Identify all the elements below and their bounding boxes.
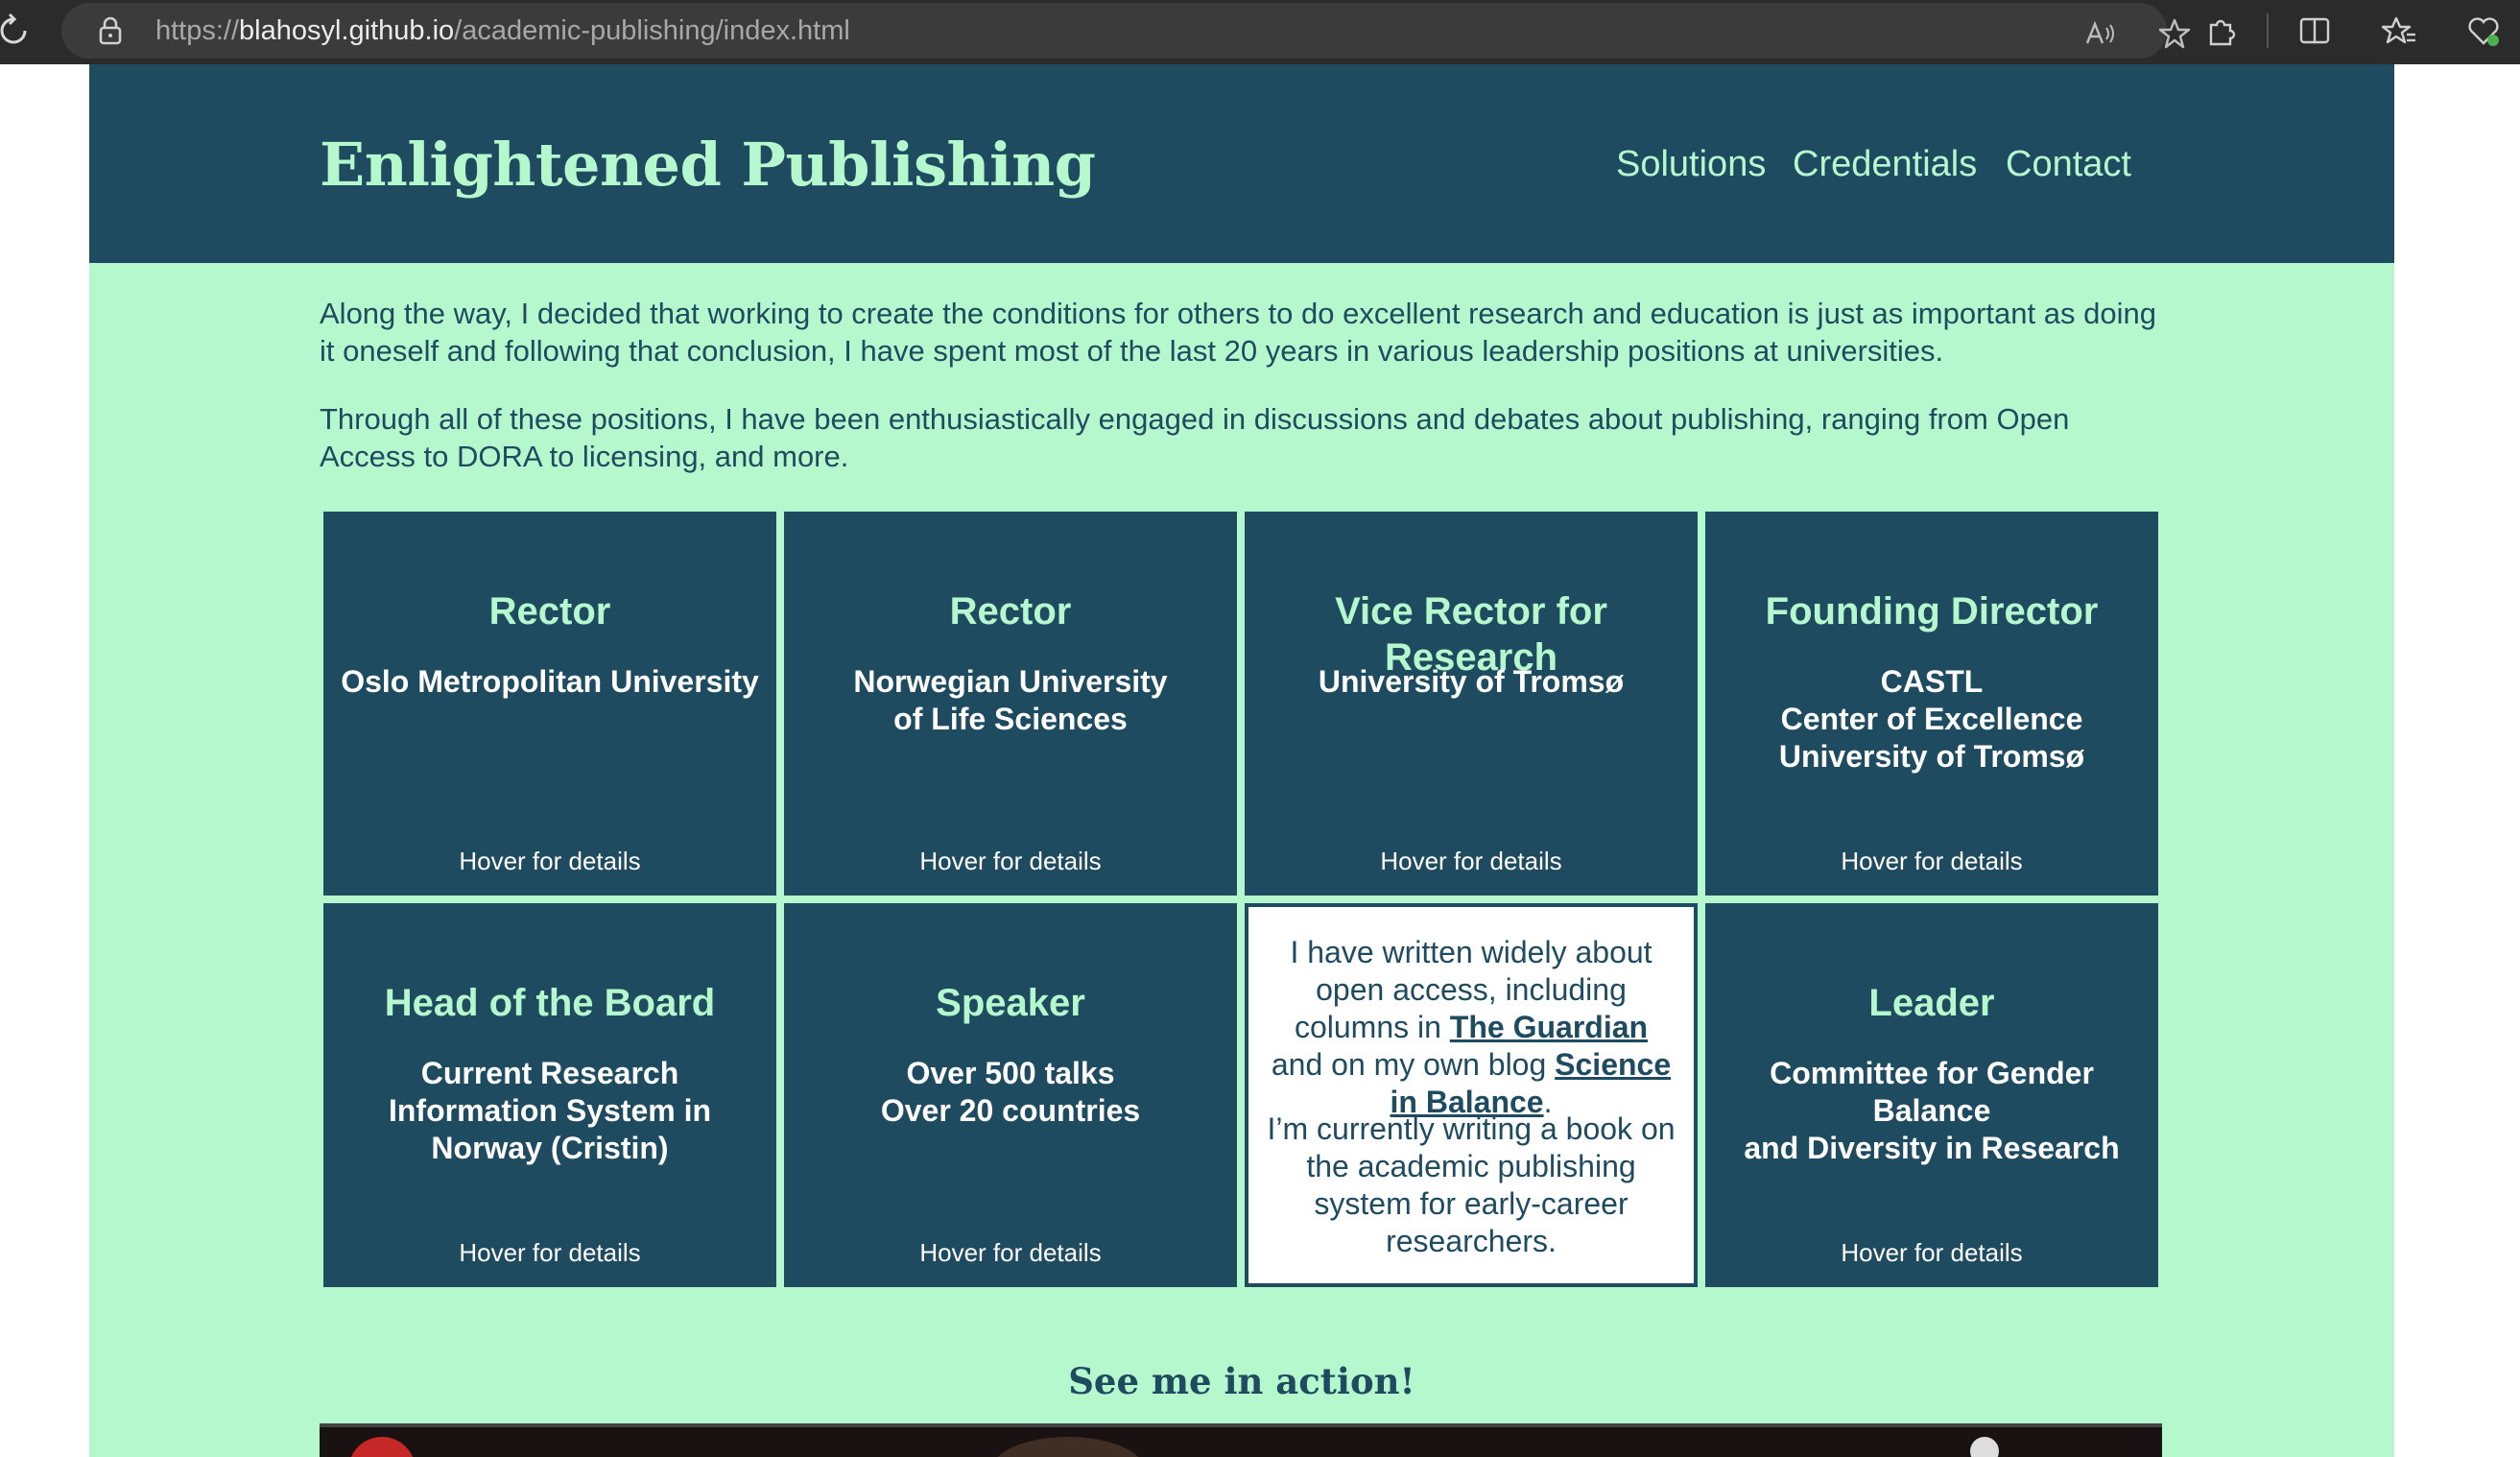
card-title: Founding Director	[1765, 590, 2099, 633]
nav-contact[interactable]: Contact	[2006, 139, 2131, 189]
site-header: Enlightened Publishing Solutions Credent…	[89, 64, 2394, 263]
book-text: I’m currently writing a book on the acad…	[1267, 1111, 1676, 1258]
card-subtitle: Current Research Information System in N…	[388, 1056, 712, 1165]
credential-card[interactable]: Leader Committee for Gender Balance and …	[1705, 903, 2158, 1287]
intro-paragraph: Along the way, I decided that working to…	[320, 297, 2156, 368]
page-content: Enlightened Publishing Solutions Credent…	[89, 64, 2394, 1457]
video-play-button[interactable]	[348, 1437, 416, 1457]
card-subtitle: Over 500 talks Over 20 countries	[880, 1056, 1141, 1128]
hover-hint: Hover for details	[1841, 1238, 2023, 1267]
writing-text-part: and on my own blog	[1271, 1047, 1556, 1082]
credential-card[interactable]: Vice Rector for Research University of T…	[1245, 512, 1698, 896]
credential-card[interactable]: Speaker Over 500 talks Over 20 countries…	[784, 903, 1237, 1287]
address-bar[interactable]: https://blahosyl.github.io/academic-publ…	[61, 3, 2191, 59]
credential-card[interactable]: Rector Oslo Metropolitan University Hove…	[323, 512, 776, 896]
browser-toolbar: https://blahosyl.github.io/academic-publ…	[0, 0, 2520, 64]
card-subtitle: Norwegian University of Life Sciences	[853, 664, 1168, 736]
hover-hint: Hover for details	[919, 1238, 1102, 1267]
see-me-in-action-heading: See me in action!	[1068, 1360, 1415, 1402]
guardian-link[interactable]: The Guardian	[1450, 1010, 1648, 1044]
video-player[interactable]	[320, 1423, 2162, 1457]
toolbar-divider	[2267, 13, 2269, 48]
writing-card: I have written widely about open access,…	[1245, 903, 1698, 1287]
card-subtitle: CASTL Center of Excellence University of…	[1778, 664, 2085, 774]
hover-hint: Hover for details	[1380, 847, 1562, 875]
favorites-icon[interactable]	[2380, 12, 2418, 50]
card-title: Rector	[949, 590, 1072, 633]
writing-text: I have written widely about open access,…	[1266, 934, 1676, 1121]
credential-card[interactable]: Head of the Board Current Research Infor…	[323, 903, 776, 1287]
card-subtitle: Committee for Gender Balance and Diversi…	[1744, 1056, 2120, 1165]
card-subtitle: Oslo Metropolitan University	[341, 664, 759, 699]
hover-hint: Hover for details	[1841, 847, 2023, 875]
nav-credentials[interactable]: Credentials	[1793, 139, 1977, 189]
nav-solutions[interactable]: Solutions	[1616, 139, 1766, 189]
main-nav: Solutions Credentials Contact	[89, 139, 2394, 189]
hover-hint: Hover for details	[459, 847, 641, 875]
credential-card[interactable]: Rector Norwegian University of Life Scie…	[784, 512, 1237, 896]
card-title: Speaker	[936, 982, 1085, 1024]
intro-paragraph: Through all of these positions, I have b…	[320, 402, 2070, 473]
browser-essentials-icon[interactable]	[2464, 12, 2503, 50]
url-path: /academic-publishing/index.html	[454, 15, 850, 46]
video-thumbnail-figure	[991, 1437, 1145, 1457]
hover-hint: Hover for details	[919, 847, 1102, 875]
lock-icon	[98, 16, 123, 45]
card-title: Leader	[1868, 982, 1995, 1024]
reload-icon[interactable]	[0, 12, 29, 50]
card-title: Head of the Board	[384, 982, 716, 1024]
favorite-star-icon[interactable]	[2155, 14, 2194, 53]
video-control-icon[interactable]	[1970, 1437, 1999, 1457]
card-subtitle: University of Tromsø	[1318, 664, 1625, 699]
url-host: blahosyl.github.io	[239, 15, 455, 46]
url-text: https://blahosyl.github.io/academic-publ…	[155, 14, 850, 47]
card-title: Rector	[488, 590, 611, 633]
read-aloud-icon[interactable]	[2080, 14, 2119, 53]
hover-hint: Hover for details	[459, 1238, 641, 1267]
extensions-icon[interactable]	[2201, 12, 2240, 50]
credential-card[interactable]: Founding Director CASTL Center of Excell…	[1705, 512, 2158, 896]
url-scheme: https://	[155, 15, 240, 46]
credentials-grid: Rector Oslo Metropolitan University Hove…	[320, 508, 2162, 1350]
split-screen-icon[interactable]	[2295, 12, 2334, 50]
